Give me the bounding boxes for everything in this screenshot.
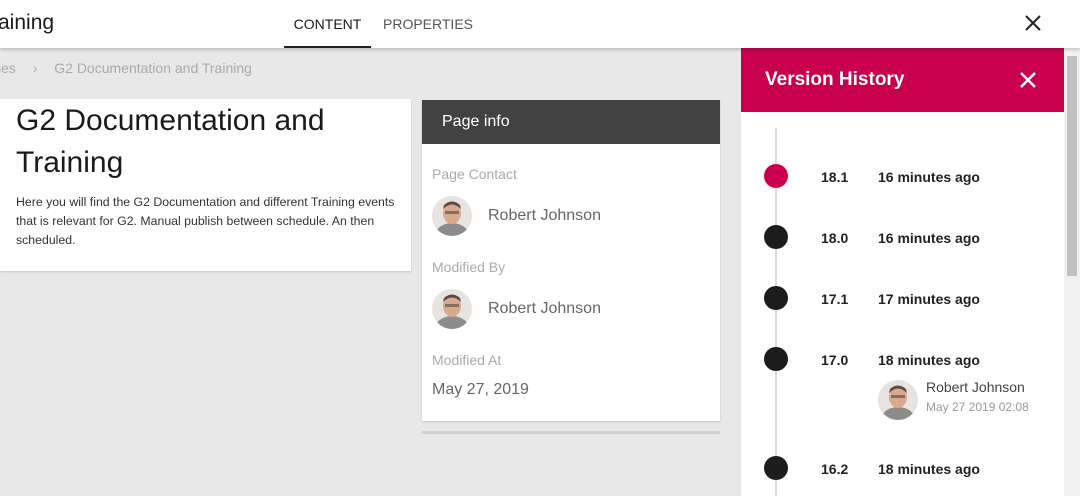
version-number: 17.0	[821, 352, 849, 368]
breadcrumb: ses › G2 Documentation and Training	[0, 60, 252, 76]
page-info-header: Page info	[422, 100, 720, 144]
top-bar: aining CONTENT PROPERTIES	[0, 0, 1080, 48]
version-number: 16.2	[821, 461, 849, 477]
version-time: 16 minutes ago	[878, 230, 980, 246]
breadcrumb-item-current: G2 Documentation and Training	[54, 60, 252, 76]
content-card: G2 Documentation and Training Here you w…	[0, 99, 411, 271]
version-time: 18 minutes ago	[878, 352, 980, 368]
modified-at-value: May 27, 2019	[432, 381, 529, 398]
breadcrumb-item[interactable]: ses	[0, 60, 16, 76]
version-item[interactable]: 17.0 18 minutes ago	[741, 344, 1064, 374]
version-number: 18.0	[821, 230, 849, 246]
avatar	[878, 380, 918, 420]
modified-by-label: Modified By	[432, 259, 506, 275]
current-version-dot-icon	[764, 164, 788, 188]
version-time: 16 minutes ago	[878, 169, 980, 185]
page-contact-label: Page Contact	[432, 166, 517, 182]
version-history-header: Version History	[741, 48, 1064, 112]
version-item[interactable]: 17.1 17 minutes ago	[741, 283, 1064, 313]
chevron-right-icon: ›	[32, 60, 38, 76]
version-time: 18 minutes ago	[878, 461, 980, 477]
version-dot-icon	[764, 225, 788, 249]
page-contact[interactable]: Robert Johnson	[432, 196, 601, 236]
divider	[422, 431, 720, 434]
modified-at-label: Modified At	[432, 352, 502, 368]
version-dot-icon	[764, 286, 788, 310]
version-dot-icon	[764, 456, 788, 480]
version-author-date: May 27 2019 02:08	[926, 400, 1029, 414]
version-number: 17.1	[821, 291, 849, 307]
app-title: aining	[0, 11, 55, 34]
version-item[interactable]: 18.0 16 minutes ago	[741, 222, 1064, 252]
version-author: Robert Johnson May 27 2019 02:08	[878, 378, 1029, 420]
tab-properties[interactable]: PROPERTIES	[383, 0, 473, 48]
page-description: Here you will find the G2 Documentation …	[16, 195, 395, 247]
version-history-title: Version History	[765, 69, 905, 90]
version-dot-icon	[764, 347, 788, 371]
page-title: G2 Documentation and Training	[16, 104, 325, 179]
scrollbar[interactable]	[1064, 48, 1080, 496]
modified-by-name: Robert Johnson	[488, 300, 601, 317]
close-icon[interactable]	[1020, 10, 1046, 36]
version-history-panel: Version History 18.1 16 minutes ago 18.0…	[741, 48, 1064, 496]
modified-by[interactable]: Robert Johnson	[432, 289, 601, 329]
version-time: 17 minutes ago	[878, 291, 980, 307]
page-info-card: Page info Page Contact Robert Johnson Mo…	[422, 100, 720, 421]
avatar	[432, 289, 472, 329]
scrollbar-thumb[interactable]	[1067, 56, 1077, 276]
avatar	[432, 196, 472, 236]
version-author-name: Robert Johnson	[926, 379, 1025, 395]
version-number: 18.1	[821, 169, 849, 185]
version-item[interactable]: 16.2 18 minutes ago	[741, 453, 1064, 483]
page-contact-name: Robert Johnson	[488, 207, 601, 224]
close-icon[interactable]	[1018, 70, 1038, 90]
version-item[interactable]: 18.1 16 minutes ago	[741, 161, 1064, 191]
tab-content[interactable]: CONTENT	[284, 0, 371, 48]
